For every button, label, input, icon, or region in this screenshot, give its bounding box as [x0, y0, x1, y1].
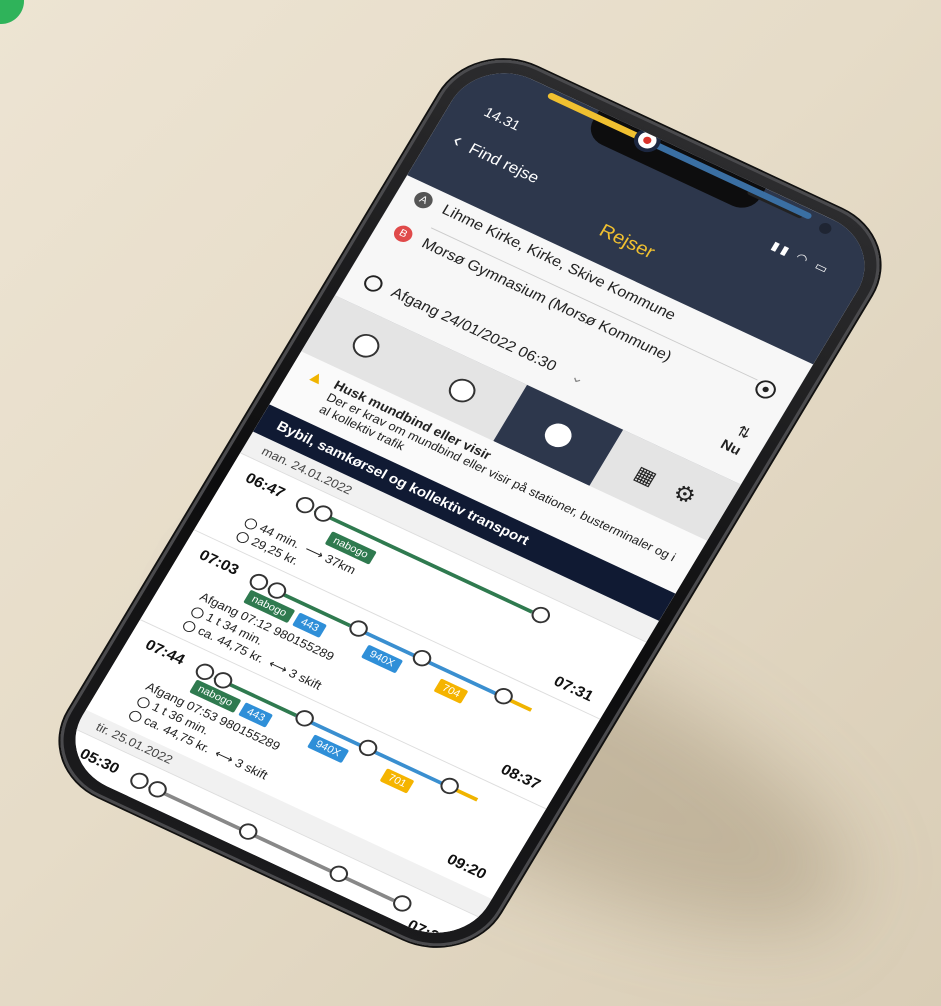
price-icon: [127, 708, 144, 724]
price-icon: [234, 529, 252, 545]
chevron-down-icon: ⌄: [567, 368, 589, 388]
bus-icon: [235, 820, 261, 843]
trip-departure: 07:03: [196, 547, 242, 579]
bike-icon: [444, 374, 481, 407]
gear-icon[interactable]: ⚙: [668, 478, 701, 510]
from-badge: A: [410, 189, 436, 212]
bus-icon: [326, 862, 352, 885]
bus-icon: [346, 617, 372, 640]
trip-departure: 07:44: [142, 637, 188, 669]
trip-arrival: 07:25: [404, 917, 450, 949]
divider: [430, 227, 758, 381]
trip-arrival: 09:20: [443, 851, 490, 883]
line-tag: 704: [433, 678, 469, 705]
bus-icon: [355, 736, 381, 759]
walk-icon: [389, 892, 415, 915]
price-icon: [181, 618, 198, 634]
status-icons: ▮▮ ◠ ▭: [768, 238, 834, 278]
combined-mode-icon: [348, 329, 385, 362]
bus-icon: [292, 707, 318, 730]
car-icon: [540, 419, 577, 452]
to-badge: B: [390, 222, 416, 245]
trip-departure: 05:30: [76, 746, 122, 778]
swap-icon[interactable]: ⇅: [733, 422, 755, 444]
trip-departure: 06:47: [242, 470, 288, 502]
timer-icon: [189, 605, 206, 620]
warning-icon: ▲: [304, 365, 330, 390]
timer-icon: [242, 516, 260, 531]
locate-icon[interactable]: [751, 377, 780, 402]
grid-icon: ▦: [630, 461, 662, 491]
bus-icon: [409, 647, 435, 670]
line-tag: 701: [379, 768, 415, 794]
bus-icon: [437, 774, 463, 797]
bus-icon: [491, 685, 517, 708]
walk-icon: [528, 603, 554, 627]
clock-icon: [360, 272, 386, 295]
status-time: 14.31: [480, 104, 524, 134]
timer-icon: [135, 695, 153, 710]
corner-badge: [0, 0, 24, 24]
